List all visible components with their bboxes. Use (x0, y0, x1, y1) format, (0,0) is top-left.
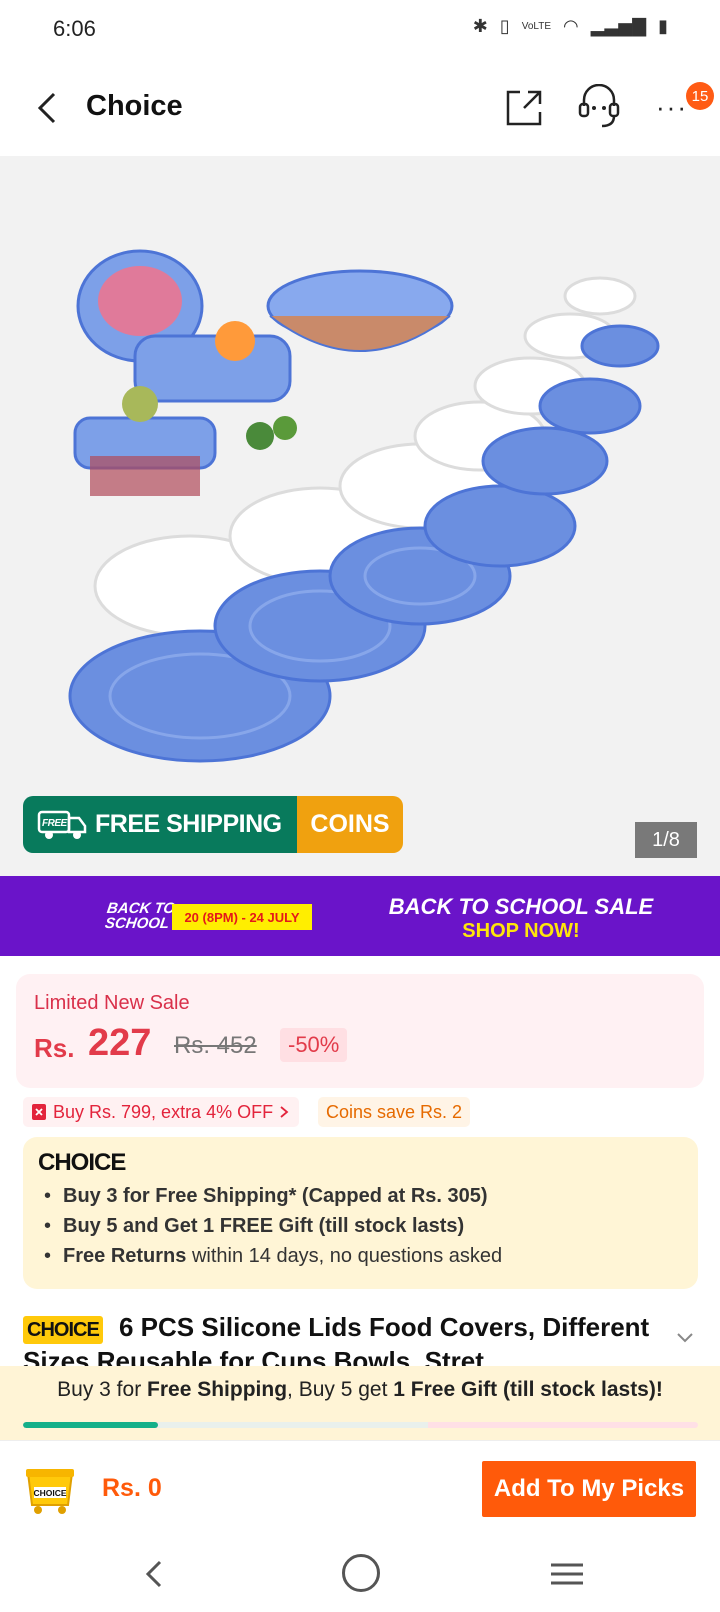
benefit-item: • Buy 5 and Get 1 FREE Gift (till stock … (44, 1215, 464, 1238)
cart-label: CHOICE (33, 1488, 66, 1498)
free-tag: FREE (42, 818, 68, 829)
delivery-truck-icon: FREE (37, 810, 87, 839)
image-counter: 1/8 (635, 822, 697, 858)
benefit-item: • Buy 3 for Free Shipping* (Capped at Rs… (44, 1185, 488, 1208)
choice-cart-icon: CHOICE (26, 1469, 74, 1514)
sale-dates: 20 (8PM) - 24 JULY (172, 904, 312, 930)
chevron-down-icon (677, 1333, 693, 1343)
status-icons: ✱ ▯ VoLTE ◠ ▂▃▅▇ ▮ (473, 16, 668, 37)
progress-text-1: Buy 3 for (57, 1378, 148, 1401)
progress-fill (23, 1422, 158, 1428)
logo-line-1: BACK TO (105, 900, 177, 917)
free-shipping-banner: FREE FREE SHIPPING COINS (23, 796, 403, 853)
price-currency: Rs. (34, 1033, 75, 1063)
system-back-button[interactable] (138, 1556, 174, 1592)
wifi-icon: ◠ (563, 16, 579, 36)
ellipsis-icon: ··· (656, 92, 688, 122)
chevron-right-icon (280, 1106, 289, 1118)
original-price: Rs. 452 (174, 1032, 257, 1059)
picks-total: Rs. 0 (102, 1474, 162, 1502)
choice-title-badge: CHOICE (23, 1316, 103, 1344)
shop-now-link[interactable]: SHOP NOW! (366, 920, 676, 943)
page-title: Choice (86, 90, 183, 122)
free-shipping-text: FREE SHIPPING (95, 810, 282, 838)
sale-label: Limited New Sale (34, 992, 190, 1014)
current-price: 227 (88, 1022, 152, 1064)
product-image[interactable] (0, 156, 720, 876)
bullet-icon: • (44, 1245, 52, 1267)
free-shipping-label-block: FREE FREE SHIPPING (23, 796, 297, 853)
customer-service-button[interactable] (574, 83, 624, 132)
coupon-icon (32, 1104, 46, 1120)
battery-icon: ▮ (658, 16, 668, 36)
notification-badge: 15 (686, 82, 714, 110)
benefit-bold: Free Returns (63, 1245, 187, 1267)
bullet-icon: • (44, 1215, 52, 1237)
store-coupon-chip[interactable]: Buy Rs. 799, extra 4% OFF (23, 1097, 300, 1127)
share-icon (506, 90, 542, 126)
benefit-item: • Free Returns within 14 days, no questi… (44, 1245, 502, 1268)
status-time: 6:06 (53, 16, 96, 41)
headset-icon (578, 83, 620, 128)
system-home-button[interactable] (342, 1554, 380, 1592)
logo-line-2: SCHOOL (103, 915, 171, 932)
progress-next-segment (158, 1422, 428, 1428)
progress-bold-2: 1 Free Gift (till stock lasts)! (393, 1378, 663, 1401)
signal-icon: ▂▃▅▇ (590, 16, 647, 36)
system-recents-button[interactable] (550, 1562, 584, 1586)
coupon-text: Buy Rs. 799, extra 4% OFF (53, 1101, 274, 1122)
vibrate-icon: ▯ (499, 16, 510, 36)
coins-label: COINS (297, 796, 403, 853)
menu-lines-icon (551, 1563, 583, 1585)
share-button[interactable] (504, 88, 544, 128)
product-photo-illustration (68, 249, 660, 763)
sale-title: BACK TO SCHOOL SALE (388, 894, 654, 919)
choice-logo: CHOICE (38, 1149, 126, 1176)
benefit-rest: within 14 days, no questions asked (186, 1245, 503, 1267)
back-button[interactable] (30, 86, 70, 130)
progress-message: Buy 3 for Free Shipping, Buy 5 get 1 Fre… (0, 1378, 720, 1402)
choice-cart-button[interactable]: CHOICE (22, 1465, 78, 1515)
discount-badge: -50% (280, 1028, 348, 1062)
system-back-icon (145, 1560, 162, 1588)
back-to-school-logo: BACK TO SCHOOL (103, 900, 177, 932)
progress-bold-1: Free Shipping (147, 1378, 288, 1401)
expand-title-button[interactable] (675, 1330, 695, 1346)
benefit-bold: Buy 3 for Free Shipping* (Capped at Rs. … (63, 1185, 488, 1207)
bullet-icon: • (44, 1185, 52, 1207)
volte-label: VoLTE (521, 21, 551, 32)
add-to-picks-button[interactable]: Add To My Picks (482, 1461, 696, 1517)
coins-save-chip[interactable]: Coins save Rs. 2 (318, 1097, 471, 1127)
progress-text-2: , Buy 5 get (287, 1378, 394, 1401)
benefit-bold: Buy 5 and Get 1 FREE Gift (till stock la… (63, 1215, 465, 1237)
bluetooth-icon: ✱ (472, 16, 488, 36)
chevron-left-icon (37, 92, 56, 124)
product-title[interactable]: 6 PCS Silicone Lids Food Covers, Differe… (23, 1310, 663, 1366)
